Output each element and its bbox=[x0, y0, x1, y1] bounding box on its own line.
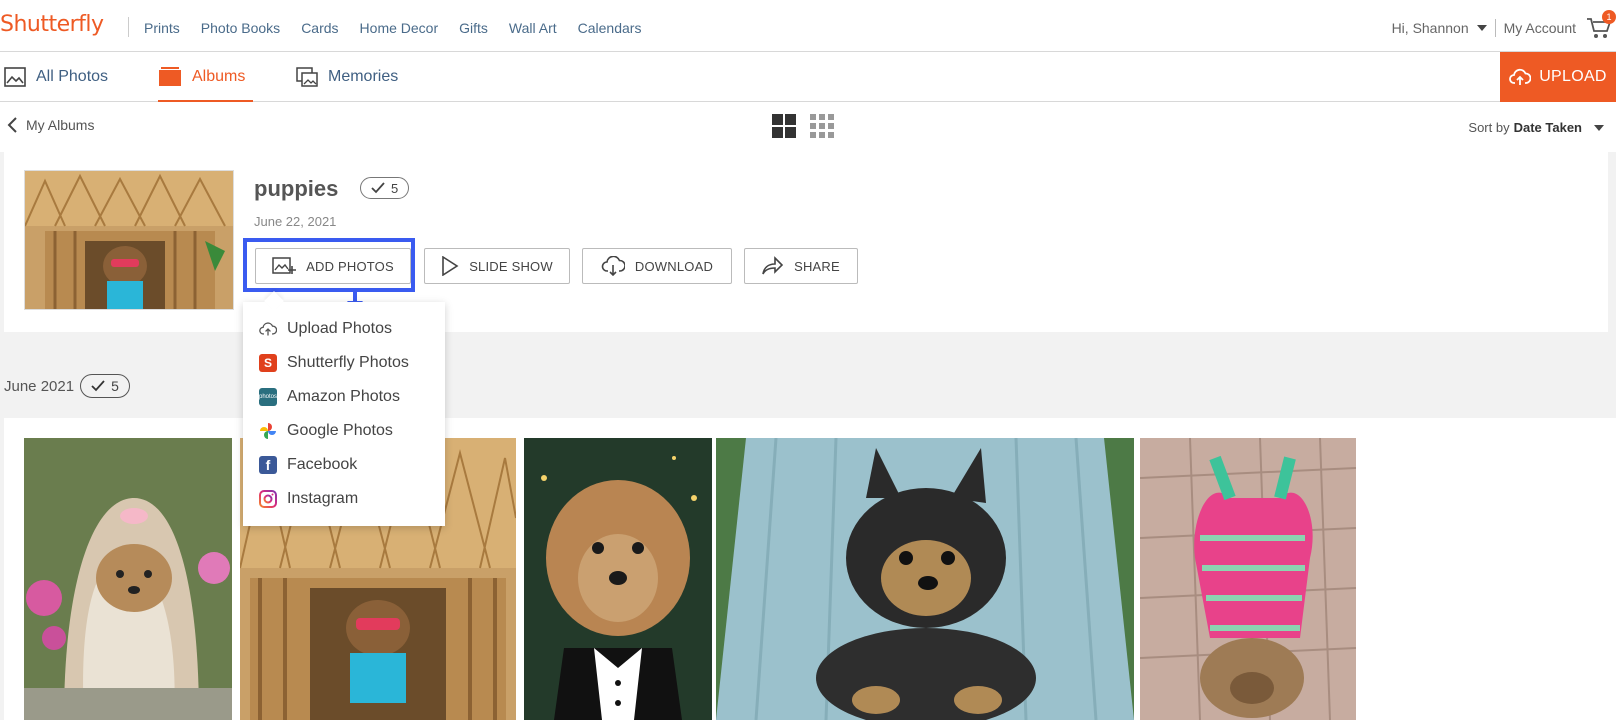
greeting-menu[interactable]: Hi, Shannon bbox=[1392, 20, 1487, 36]
group-date-label: June 2021 bbox=[4, 377, 75, 395]
menu-item-amazon-photos[interactable]: photos Amazon Photos bbox=[259, 384, 400, 410]
upload-button[interactable]: UPLOAD bbox=[1500, 52, 1616, 102]
nav-link-gifts[interactable]: Gifts bbox=[459, 20, 488, 36]
group-count: 5 bbox=[111, 378, 119, 394]
download-label: DOWNLOAD bbox=[634, 258, 714, 274]
photo-thumbnail[interactable] bbox=[24, 438, 232, 720]
sort-prefix: Sort by bbox=[1468, 120, 1510, 135]
slide-show-label: SLIDE SHOW bbox=[469, 258, 553, 274]
menu-item-label: Facebook bbox=[287, 456, 358, 473]
cloud-download-icon bbox=[601, 256, 625, 276]
menu-item-label: Instagram bbox=[287, 490, 359, 507]
album-cover-image bbox=[24, 170, 234, 310]
tab-albums[interactable]: Albums bbox=[158, 52, 254, 103]
google-photos-icon bbox=[260, 423, 276, 439]
tab-label: Albums bbox=[192, 68, 246, 85]
divider bbox=[1494, 19, 1496, 37]
tab-memories[interactable]: Memories bbox=[296, 52, 398, 102]
image-icon bbox=[4, 67, 26, 87]
cloud-upload-icon bbox=[259, 322, 277, 336]
large-grid-icon[interactable] bbox=[772, 114, 796, 138]
menu-item-instagram[interactable]: Instagram bbox=[259, 486, 358, 512]
sort-dropdown[interactable]: Sort by Date Taken bbox=[1468, 120, 1604, 135]
share-icon bbox=[762, 256, 784, 275]
divider bbox=[128, 17, 129, 37]
menu-item-label: Shutterfly Photos bbox=[287, 354, 409, 371]
chevron-down-icon bbox=[1594, 124, 1604, 131]
nav-link-photo-books[interactable]: Photo Books bbox=[201, 20, 280, 36]
menu-item-facebook[interactable]: f Facebook bbox=[259, 452, 357, 478]
view-toggles bbox=[772, 114, 834, 138]
photo-thumbnail[interactable] bbox=[1140, 438, 1356, 720]
download-button[interactable]: DOWNLOAD bbox=[582, 248, 732, 284]
nav-link-prints[interactable]: Prints bbox=[144, 20, 180, 36]
add-photos-highlight bbox=[243, 238, 415, 292]
tab-all-photos[interactable]: All Photos bbox=[4, 52, 108, 102]
share-label: SHARE bbox=[794, 258, 840, 274]
top-navigation-bar: Shutterfly Prints Photo Books Cards Home… bbox=[0, 0, 1616, 52]
date-group-header: June 2021 5 bbox=[4, 374, 130, 398]
menu-item-upload-photos[interactable]: Upload Photos bbox=[259, 316, 392, 342]
album-title: puppies bbox=[254, 176, 339, 201]
menu-item-label: Google Photos bbox=[287, 422, 393, 439]
tab-label: Memories bbox=[328, 68, 399, 85]
shutterfly-logo[interactable]: Shutterfly bbox=[0, 12, 104, 37]
group-select-badge[interactable]: 5 bbox=[80, 374, 130, 398]
album-icon bbox=[159, 67, 181, 86]
facebook-icon: f bbox=[259, 456, 277, 474]
nav-link-wall-art[interactable]: Wall Art bbox=[509, 20, 557, 36]
add-photos-dropdown-menu: Upload Photos S Shutterfly Photos photos… bbox=[243, 302, 445, 526]
greeting-text: Hi, Shannon bbox=[1391, 20, 1469, 36]
chevron-left-icon bbox=[7, 117, 17, 133]
my-account-link[interactable]: My Account bbox=[1504, 20, 1576, 36]
small-grid-icon[interactable] bbox=[810, 114, 834, 138]
menu-item-google-photos[interactable]: Google Photos bbox=[259, 418, 393, 444]
checkmark-icon bbox=[91, 380, 105, 392]
nav-link-calendars[interactable]: Calendars bbox=[578, 20, 642, 36]
album-date: June 22, 2021 bbox=[254, 214, 337, 229]
menu-item-shutterfly-photos[interactable]: S Shutterfly Photos bbox=[259, 350, 409, 376]
checkmark-icon bbox=[371, 182, 385, 194]
memories-icon bbox=[296, 67, 318, 87]
shutterfly-icon: S bbox=[259, 354, 277, 372]
photos-tab-bar: All Photos Albums Memories UPLOAD bbox=[0, 52, 1616, 103]
slide-show-button[interactable]: SLIDE SHOW bbox=[424, 248, 570, 284]
nav-link-cards[interactable]: Cards bbox=[301, 20, 338, 36]
album-toolbar: My Albums Sort by Date Taken bbox=[0, 102, 1616, 152]
tab-label: All Photos bbox=[36, 68, 109, 85]
photo-thumbnail[interactable] bbox=[524, 438, 712, 720]
cart-count-badge: 1 bbox=[1602, 10, 1616, 24]
photo-thumbnail[interactable] bbox=[716, 438, 1134, 720]
share-button[interactable]: SHARE bbox=[744, 248, 858, 284]
instagram-icon bbox=[259, 490, 277, 508]
back-label: My Albums bbox=[26, 117, 95, 133]
back-to-my-albums[interactable]: My Albums bbox=[6, 116, 94, 134]
photo-count: 5 bbox=[391, 180, 399, 196]
menu-item-label: Upload Photos bbox=[287, 320, 392, 337]
play-icon bbox=[442, 256, 459, 276]
photo-count-badge: 5 bbox=[360, 177, 410, 199]
account-area: Hi, Shannon My Account 1 bbox=[1392, 10, 1616, 40]
top-nav-links: Prints Photo Books Cards Home Decor Gift… bbox=[144, 20, 662, 36]
nav-link-home-decor[interactable]: Home Decor bbox=[360, 20, 439, 36]
sort-value: Date Taken bbox=[1513, 120, 1582, 135]
cloud-upload-icon bbox=[1509, 68, 1532, 85]
amazon-photos-icon: photos bbox=[259, 388, 277, 406]
cart-button[interactable]: 1 bbox=[1586, 10, 1616, 40]
upload-label: UPLOAD bbox=[1539, 68, 1607, 85]
menu-item-label: Amazon Photos bbox=[287, 388, 400, 405]
chevron-down-icon bbox=[1476, 25, 1487, 31]
